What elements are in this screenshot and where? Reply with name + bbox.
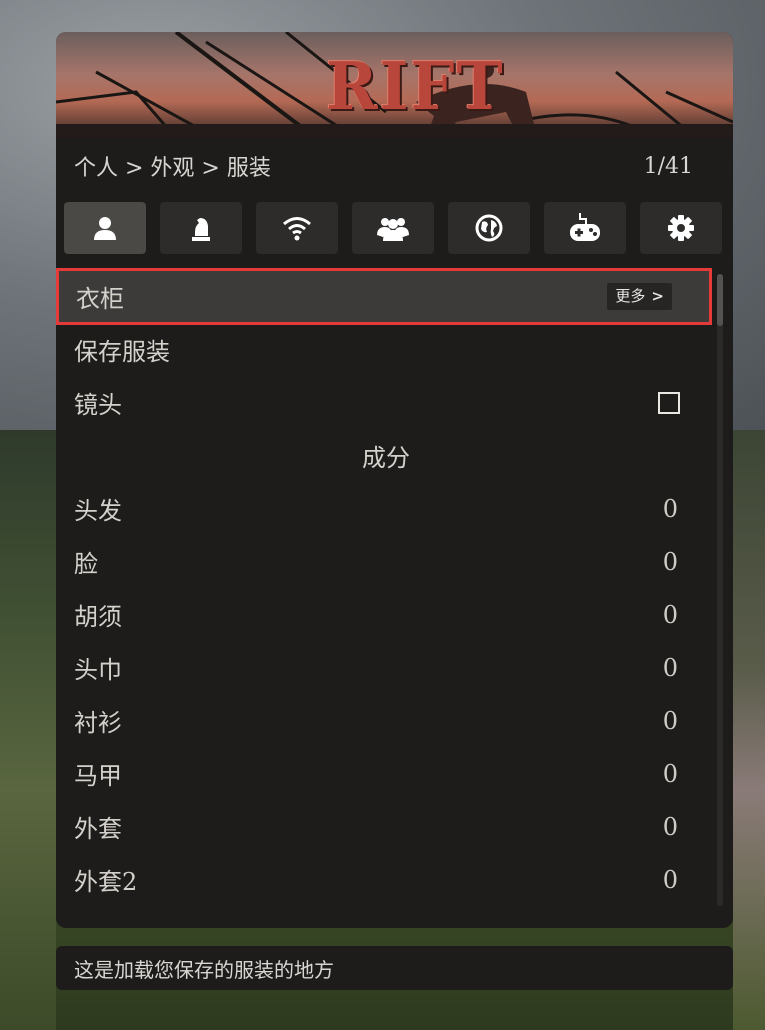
page-counter: 1/41 [643,153,693,179]
menu-item-label: 镜头 [74,391,122,419]
component-value: 0 [662,547,678,576]
tab-settings[interactable] [640,202,722,254]
component-row[interactable]: 衬衫 0 [56,694,716,747]
description-text: 这是加载您保存的服装的地方 [74,957,334,982]
menu-item-label: 保存服装 [74,338,170,366]
wifi-icon [283,217,311,241]
component-row[interactable]: 脸 0 [56,535,716,588]
chevron-right-icon: > [651,286,664,305]
tab-personal[interactable] [64,202,146,254]
component-label: 头发 [74,497,122,525]
menu-item-camera[interactable]: 镜头 [56,376,716,429]
component-label: 外套2 [74,868,138,896]
rift-logo: RIFT [326,48,505,125]
component-label: 脸 [74,550,98,578]
more-badge[interactable]: 更多 > [607,283,672,310]
tab-games[interactable] [544,202,626,254]
background-scenery-right [733,430,765,1030]
component-label: 外套 [74,815,122,843]
menu-list: 衣柜 更多 > 保存服装 镜头 成分 头发 0 脸 0 胡须 0 头巾 0 衬衫… [56,268,716,906]
tab-online[interactable] [256,202,338,254]
globe-icon [475,214,503,242]
component-value: 0 [662,494,678,523]
component-label: 马甲 [74,762,122,790]
menu-item-wardrobe[interactable]: 衣柜 更多 > [56,268,712,325]
component-row[interactable]: 外套 0 [56,800,716,853]
chess-knight-icon [192,218,210,241]
gear-icon [668,215,694,241]
background-scenery-left [0,430,56,1030]
scrollbar[interactable] [717,274,723,906]
description-bar: 这是加载您保存的服装的地方 [56,946,733,990]
component-value: 0 [662,812,678,841]
header-row: 个人 > 外观 > 服装 1/41 [56,138,733,194]
menu-item-save-outfit[interactable]: 保存服装 [56,323,716,376]
breadcrumb: 个人 > 外观 > 服装 [74,156,271,181]
menu-item-label: 衣柜 [76,285,124,313]
component-row[interactable]: 马甲 0 [56,747,716,800]
component-value: 0 [662,865,678,894]
component-value: 0 [662,653,678,682]
tab-bar [64,202,726,254]
component-value: 0 [662,706,678,735]
gamepad-icon [570,213,600,241]
component-label: 衬衫 [74,709,122,737]
more-label: 更多 [615,287,646,305]
component-row[interactable]: 外套2 0 [56,853,716,906]
section-header-label: 成分 [362,444,410,472]
person-icon [94,217,116,240]
tab-world[interactable] [448,202,530,254]
group-icon [377,218,409,241]
component-row[interactable]: 胡须 0 [56,588,716,641]
component-value: 0 [662,759,678,788]
component-row[interactable]: 头发 0 [56,482,716,535]
component-label: 头巾 [74,656,122,684]
component-label: 胡须 [74,603,122,631]
scrollbar-thumb[interactable] [717,274,723,326]
component-value: 0 [662,600,678,629]
tab-players[interactable] [352,202,434,254]
component-row[interactable]: 头巾 0 [56,641,716,694]
menu-panel: RIFT 个人 > 外观 > 服装 1/41 衣柜 更多 > 保存服装 镜头 成… [56,32,733,928]
banner: RIFT [56,32,733,138]
camera-checkbox[interactable] [658,391,680,414]
section-header-components: 成分 [56,429,716,482]
tab-horse[interactable] [160,202,242,254]
